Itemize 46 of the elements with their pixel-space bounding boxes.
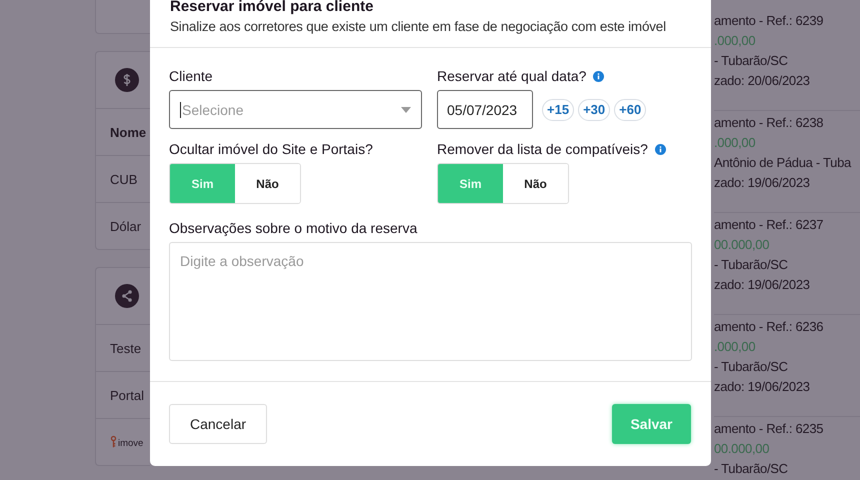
- listing-location: Antônio de Pádua - Tuba: [714, 154, 852, 172]
- field-label: Remover da lista de compatíveis?: [437, 141, 648, 157]
- listing-location: - Tubarão/SC: [714, 358, 789, 376]
- listing-updated: zado: 19/06/2023: [714, 174, 811, 192]
- info-icon[interactable]: [593, 70, 604, 82]
- listing-title: amento - Ref.: 6237: [714, 216, 824, 234]
- listing-price: .000,00: [714, 32, 756, 50]
- listing-updated: zado: 19/06/2023: [714, 276, 811, 294]
- table-cell: Dólar: [110, 218, 142, 234]
- date-input[interactable]: 05/07/2023: [437, 90, 533, 129]
- listing-price: .000,00: [714, 338, 756, 356]
- listing-updated: zado: 19/06/2023: [714, 378, 811, 396]
- listing-price: .000,00: [714, 134, 756, 152]
- client-select[interactable]: Selecione: [169, 90, 422, 129]
- listing-location: - Tubarão/SC: [714, 52, 789, 70]
- dialog-subtitle: Sinalize aos corretores que existe um cliente em fase de negociação com este imóvel: [170, 18, 667, 36]
- listing-title: amento - Ref.: 6235: [714, 420, 824, 438]
- field-label: Ocultar imóvel do Site e Portais?: [169, 141, 373, 157]
- days-shortcut[interactable]: +15: [542, 98, 574, 120]
- listing-location: - Tubarão/SC: [714, 460, 789, 478]
- days-shortcut[interactable]: +60: [614, 98, 646, 120]
- notes-field[interactable]: Digite a observação: [169, 242, 692, 361]
- table-cell: CUB: [110, 172, 138, 186]
- listing-title: amento - Ref.: 6236: [714, 318, 824, 336]
- table-cell: Teste: [110, 340, 142, 356]
- key-icon: [110, 435, 117, 449]
- select-placeholder: Selecione: [180, 102, 244, 118]
- cancel-button[interactable]: Cancelar: [169, 404, 267, 444]
- dollar-icon: [115, 68, 139, 92]
- logo-text: imove: [118, 438, 144, 449]
- dialog-title: Reservar imóvel para cliente: [170, 0, 374, 17]
- days-shortcut[interactable]: +30: [578, 98, 610, 120]
- caret-icon: [401, 106, 411, 112]
- field-label: Cliente: [169, 68, 214, 84]
- info-icon[interactable]: [654, 144, 666, 154]
- field-label: Reservar até qual data?: [437, 68, 586, 84]
- listing-price: 00.000,00: [714, 440, 770, 458]
- column-header: Nome: [110, 124, 146, 140]
- listing-price: 00.000,00: [714, 236, 770, 254]
- listing-title: amento - Ref.: 6238: [714, 114, 824, 132]
- listing-location: - Tubarão/SC: [714, 256, 789, 274]
- listing-updated: zado: 20/06/2023: [714, 72, 811, 90]
- field-label: Observações sobre o motivo da reserva: [169, 220, 418, 236]
- listing-title: amento - Ref.: 6239: [714, 12, 824, 30]
- table-cell: Portal: [110, 388, 144, 402]
- share-icon: [115, 284, 139, 308]
